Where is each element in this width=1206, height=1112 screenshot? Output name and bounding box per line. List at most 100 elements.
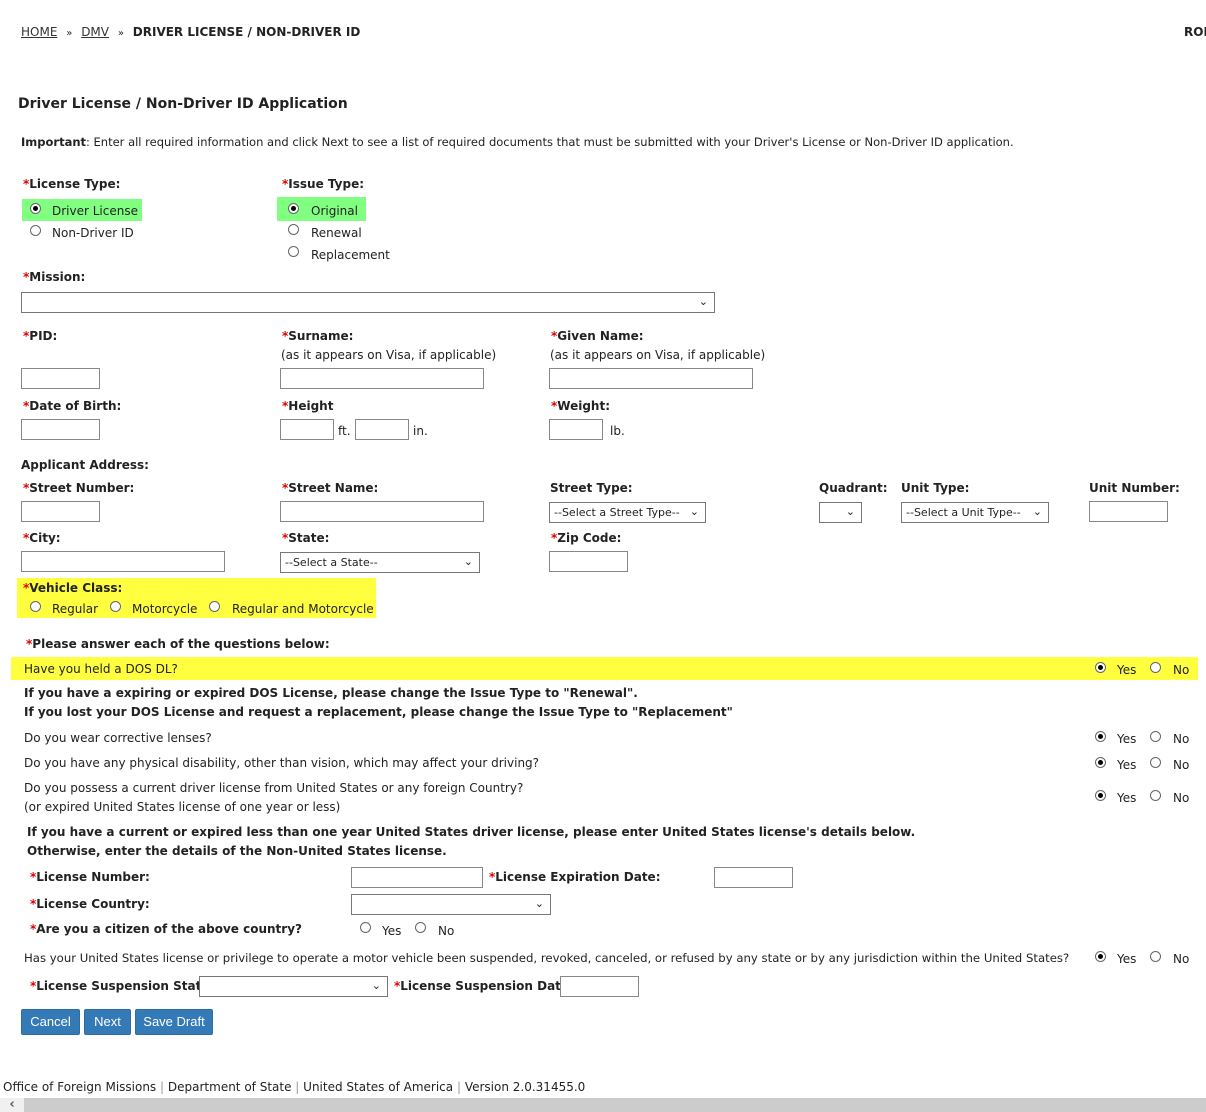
- license-country-select[interactable]: ⌄: [351, 894, 551, 915]
- question-disability: Do you have any physical disability, oth…: [24, 756, 540, 770]
- street-name-input[interactable]: [280, 501, 484, 522]
- license-number-label: *License Number:: [30, 870, 150, 884]
- user-name-cut: ROE: [1184, 25, 1206, 39]
- unit-number-input[interactable]: [1089, 501, 1168, 522]
- scroll-left-icon[interactable]: ‹: [0, 1098, 24, 1112]
- radio-q2-no[interactable]: [1150, 731, 1161, 742]
- option-label: Driver License: [52, 204, 138, 218]
- cancel-button[interactable]: Cancel: [21, 1009, 80, 1035]
- question-dos-dl: Have you held a DOS DL?: [24, 662, 178, 676]
- street-type-select[interactable]: --Select a Street Type-- ⌄: [549, 502, 706, 523]
- footer-sep: |: [160, 1080, 165, 1094]
- pid-input[interactable]: [21, 368, 100, 389]
- radio-q4-no[interactable]: [1150, 790, 1161, 801]
- height-in-input[interactable]: [355, 419, 409, 440]
- surname-input[interactable]: [280, 368, 484, 389]
- footer: Office of Foreign Missions | Department …: [3, 1080, 585, 1094]
- city-label: *City:: [23, 531, 61, 545]
- no-label: No: [1173, 952, 1190, 966]
- vehicle-class-label: *Vehicle Class:: [23, 581, 123, 595]
- street-number-label: *Street Number:: [23, 481, 135, 495]
- license-number-input[interactable]: [351, 867, 483, 888]
- state-select[interactable]: --Select a State-- ⌄: [280, 552, 480, 573]
- weight-label: *Weight:: [551, 399, 611, 413]
- unit-type-label: Unit Type:: [901, 481, 970, 495]
- zip-label: *Zip Code:: [551, 531, 622, 545]
- radio-q3-yes[interactable]: [1095, 757, 1106, 768]
- chevron-down-icon: ⌄: [534, 897, 544, 910]
- surname-note: (as it appears on Visa, if applicable): [281, 348, 497, 362]
- radio-replacement[interactable]: [288, 246, 299, 257]
- breadcrumb-sep: »: [66, 28, 73, 39]
- breadcrumb: HOME » DMV » DRIVER LICENSE / NON-DRIVER…: [21, 25, 360, 39]
- radio-q1-no[interactable]: [1150, 662, 1161, 673]
- mission-select[interactable]: ⌄: [21, 292, 715, 313]
- question-lenses: Do you wear corrective lenses?: [24, 731, 212, 745]
- unit-type-select[interactable]: --Select a Unit Type-- ⌄: [901, 502, 1049, 523]
- option-label: Replacement: [311, 248, 390, 262]
- radio-motorcycle[interactable]: [110, 601, 121, 612]
- radio-q5-no[interactable]: [1150, 951, 1161, 962]
- address-heading: Applicant Address:: [21, 458, 149, 472]
- license-details-note: If you have a current or expired less th…: [27, 825, 916, 839]
- yes-label: Yes: [1117, 791, 1137, 805]
- surname-label: *Surname:: [282, 329, 354, 343]
- next-button[interactable]: Next: [84, 1009, 131, 1035]
- license-country-label: *License Country:: [30, 897, 150, 911]
- horizontal-scrollbar[interactable]: ‹: [0, 1098, 1206, 1112]
- footer-sep: |: [456, 1080, 461, 1094]
- questions-intro: *Please answer each of the questions bel…: [26, 637, 330, 651]
- state-label: *State:: [282, 531, 330, 545]
- city-input[interactable]: [21, 551, 225, 572]
- no-label: No: [1173, 758, 1190, 772]
- issue-type-label: *Issue Type:: [282, 177, 365, 191]
- dob-input[interactable]: [21, 419, 100, 440]
- radio-regular[interactable]: [30, 601, 41, 612]
- zip-input[interactable]: [549, 551, 628, 572]
- radio-q3-no[interactable]: [1150, 757, 1161, 768]
- chevron-down-icon: ⌄: [845, 505, 855, 518]
- quadrant-select[interactable]: ⌄: [819, 502, 862, 523]
- radio-citizen-yes[interactable]: [360, 922, 371, 933]
- footer-department: Department of State: [167, 1080, 292, 1094]
- breadcrumb-dmv[interactable]: DMV: [81, 25, 109, 39]
- radio-original[interactable]: [288, 203, 299, 214]
- radio-q2-yes[interactable]: [1095, 731, 1106, 742]
- chevron-down-icon: ⌄: [1032, 505, 1042, 518]
- weight-input[interactable]: [549, 419, 603, 440]
- breadcrumb-current: DRIVER LICENSE / NON-DRIVER ID: [132, 25, 361, 39]
- question-suspended: Has your United States license or privil…: [24, 951, 1070, 965]
- suspension-state-select[interactable]: ⌄: [199, 976, 388, 997]
- footer-country: United States of America: [303, 1080, 454, 1094]
- radio-q4-yes[interactable]: [1095, 790, 1106, 801]
- unit-number-label: Unit Number:: [1089, 481, 1180, 495]
- radio-q5-yes[interactable]: [1095, 951, 1106, 962]
- radio-driver-license[interactable]: [30, 203, 41, 214]
- license-type-label: *License Type:: [23, 177, 121, 191]
- radio-citizen-no[interactable]: [415, 922, 426, 933]
- page-title: Driver License / Non-Driver ID Applicati…: [18, 96, 348, 112]
- chevron-down-icon: ⌄: [698, 295, 708, 308]
- radio-regular-and-motorcycle[interactable]: [209, 601, 220, 612]
- important-note: Important: Enter all required informatio…: [21, 135, 1014, 149]
- street-number-input[interactable]: [21, 501, 100, 522]
- radio-non-driver-id[interactable]: [30, 225, 41, 236]
- given-name-note: (as it appears on Visa, if applicable): [550, 348, 766, 362]
- suspension-date-input[interactable]: [560, 976, 639, 997]
- important-text: : Enter all required information and cli…: [86, 135, 1014, 149]
- yes-label: Yes: [382, 924, 402, 938]
- height-ft-input[interactable]: [280, 419, 334, 440]
- street-type-label: Street Type:: [550, 481, 633, 495]
- radio-q1-yes[interactable]: [1095, 662, 1106, 673]
- yes-label: Yes: [1117, 952, 1137, 966]
- footer-version: Version 2.0.31455.0: [464, 1080, 586, 1094]
- in-unit: in.: [413, 424, 428, 438]
- breadcrumb-home[interactable]: HOME: [21, 25, 57, 39]
- option-label: Regular: [52, 602, 99, 616]
- license-expiration-input[interactable]: [714, 867, 793, 888]
- radio-renewal[interactable]: [288, 224, 299, 235]
- height-label: *Height: [282, 399, 334, 413]
- footer-office: Office of Foreign Missions: [3, 1080, 157, 1094]
- given-name-input[interactable]: [549, 368, 753, 389]
- save-draft-button[interactable]: Save Draft: [135, 1009, 213, 1035]
